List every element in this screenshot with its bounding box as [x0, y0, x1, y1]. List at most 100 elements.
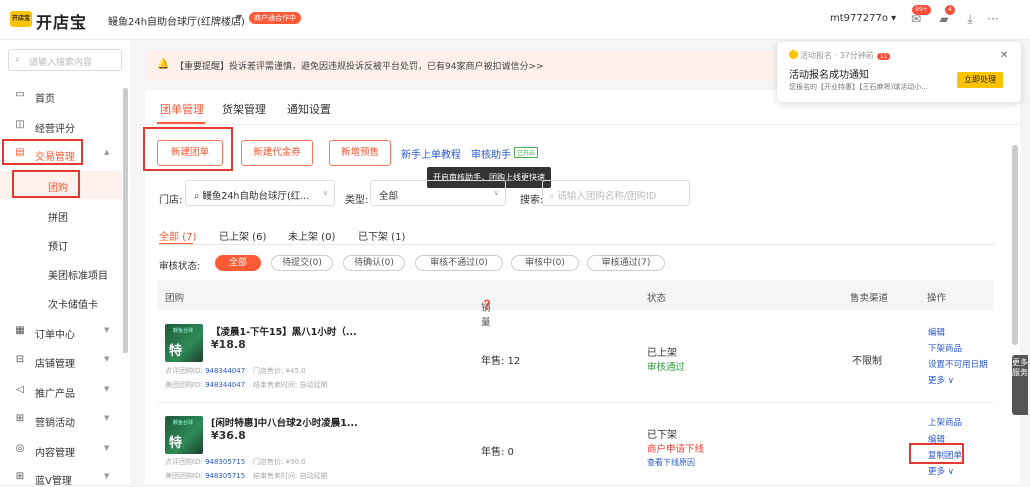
delist-link[interactable]: 下架商品 [928, 342, 962, 354]
sidebar-item-orders[interactable]: ▦ 订单中心 ▼ [0, 318, 122, 346]
store-filter-label: 门店: [159, 195, 183, 206]
product-thumbnail[interactable]: 鳗鱼台球 特惠 [165, 416, 203, 454]
audit-pill-approved[interactable]: 审核通过(7) [587, 255, 665, 271]
dianping-id-value[interactable]: 948344047 [205, 367, 245, 375]
bell-icon: 🔔 [157, 59, 170, 70]
main-panel: 团单管理 货架管理 通知设置 新建团单 新建代金券 新增预售 新手上单教程 审核… [145, 90, 1020, 484]
store-filter-select[interactable]: ⌕ 鳗鱼24h自助台球厅(红... ∨ [185, 180, 335, 206]
more-services-button[interactable]: 更多服务 [1012, 355, 1028, 415]
dianping-id-label: 点评团购ID: [165, 367, 203, 375]
meituan-id-value[interactable]: 948344047 [205, 381, 245, 389]
account-menu[interactable]: mt977277o ▾ [830, 13, 896, 24]
store-status-badge: 商户通合作中 [249, 12, 301, 24]
store-icon: ⊟ [15, 354, 25, 365]
sidebar-item-label: 蓝V管理 [35, 476, 72, 487]
chevron-down-icon: ▼ [104, 414, 110, 422]
more-actions-link[interactable]: 更多 ∨ [928, 374, 954, 386]
search-icon: ⌕ [15, 54, 21, 65]
dianping-id-value[interactable]: 948305715 [205, 458, 245, 466]
download-icon[interactable]: ⤓ [962, 12, 978, 26]
sidebar-item-meituan-standard[interactable]: 美团标准项目 [0, 259, 122, 287]
status-tab-off-shelf[interactable]: 已下架 (1) [358, 228, 405, 243]
type-filter-select[interactable]: 全部 ∨ [370, 180, 506, 206]
sidebar-item-score[interactable]: ◫ 经营评分 [0, 112, 122, 140]
view-delist-reason-link[interactable]: 查看下线原因 [647, 457, 695, 468]
set-unavailable-dates-link[interactable]: 设置不可用日期 [928, 358, 988, 370]
chevron-down-icon: ▼ [104, 326, 110, 334]
main-scrollbar[interactable] [1012, 145, 1018, 345]
chevron-down-icon[interactable]: ▼ [236, 13, 242, 22]
sidebar-item-label: 订单中心 [35, 330, 75, 341]
audit-pill-all[interactable]: 全部 [215, 255, 261, 271]
audit-pill-reviewing[interactable]: 审核中(0) [511, 255, 579, 271]
sidebar-item-store[interactable]: ⊟ 店铺管理 ▼ [0, 347, 122, 375]
help-icon[interactable]: ❓ [481, 300, 493, 311]
new-presale-button[interactable]: 新增预售 [329, 140, 391, 166]
end-time: 结束售卖时间: 自动延期 [253, 472, 328, 480]
sale-channel: 不限制 [852, 356, 882, 367]
store-price: 门店售价: ¥45.0 [253, 367, 306, 375]
sidebar-item-content[interactable]: ◎ 内容管理 ▼ [0, 436, 122, 464]
sidebar-scrollbar[interactable] [123, 88, 128, 353]
sidebar-item-bluev[interactable]: ⊞ 蓝V管理 ▼ [0, 464, 122, 487]
product-name[interactable]: [闲时特惠]中八台球2小时凌晨1... [211, 415, 358, 429]
divider [157, 402, 994, 403]
meituan-id: 美团团购ID: 948305715 [165, 471, 245, 481]
tab-group-management[interactable]: 团单管理 [160, 101, 204, 117]
sidebar-item-booking[interactable]: 预订 [0, 230, 122, 258]
more-actions-link[interactable]: 更多 ∨ [928, 465, 954, 477]
audit-helper-link[interactable]: 审核助手 [471, 146, 511, 161]
sidebar-item-label: 经营评分 [35, 124, 75, 135]
more-icon[interactable]: ··· [985, 12, 1001, 26]
product-price: ¥18.8 [211, 338, 246, 351]
sidebar-item-pintuan[interactable]: 拼团 [0, 201, 122, 229]
status-tab-not-listed[interactable]: 未上架 (0) [288, 228, 335, 243]
sidebar-item-label: 店铺管理 [35, 359, 75, 370]
sidebar-item-marketing[interactable]: ⊞ 营销活动 ▼ [0, 406, 122, 434]
search-input[interactable]: ⌕ 请输入团购名称/团购ID [542, 180, 690, 206]
product-name[interactable]: 【凌晨1-下午15】黑八1小时（... [211, 324, 357, 338]
list-product-link[interactable]: 上架商品 [928, 416, 962, 428]
close-icon[interactable]: ✕ [1000, 50, 1008, 61]
sidebar-item-label: 推广产品 [35, 389, 75, 400]
divider [159, 244, 994, 245]
sidebar-item-home[interactable]: ▭ 首页 [0, 82, 122, 110]
product-thumbnail[interactable]: 鳗鱼台球 特惠 [165, 324, 203, 362]
handle-now-button[interactable]: 立即处理 [957, 72, 1003, 88]
tab-shelf-management[interactable]: 货架管理 [222, 101, 266, 117]
sidebar-item-promotion[interactable]: ◁ 推广产品 ▼ [0, 377, 122, 405]
notice-text: 【重要提醒】投诉差评需谨慎，避免因违规投诉反被平台处罚，已有94家商户被扣诚信分… [175, 62, 544, 72]
search-placeholder: 请输入团购名称/团购ID [557, 191, 657, 202]
sidebar-search-placeholder: 请输入搜索内容 [29, 58, 93, 68]
dianping-id: 点评团购ID: 948344047 [165, 366, 245, 376]
status-tab-on-shelf[interactable]: 已上架 (6) [219, 228, 266, 243]
inbox-count-badge: 99+ [912, 5, 931, 15]
audit-pill-pending-submit[interactable]: 待提交(0) [271, 255, 333, 271]
highlight-box [143, 127, 233, 171]
sidebar-search-input[interactable]: ⌕ 请输入搜索内容 [8, 49, 122, 71]
status-tab-all[interactable]: 全部 (7) [159, 228, 196, 243]
new-voucher-button[interactable]: 新建代金券 [241, 140, 313, 166]
sidebar-item-label: 美团标准项目 [48, 271, 108, 282]
thumbnail-label: 特惠 [169, 344, 189, 359]
column-header-status: 状态 [647, 293, 667, 304]
audit-helper-status-tag: 已开启 [514, 147, 539, 158]
audit-status: 审核通过 [647, 362, 686, 373]
chevron-down-icon: ∨ [322, 189, 328, 197]
tab-notification-settings[interactable]: 通知设置 [287, 101, 331, 117]
chevron-up-icon: ▲ [104, 148, 110, 156]
highlight-box [2, 139, 83, 165]
store-price: 门店售价: ¥90.0 [253, 458, 306, 466]
audit-status-label: 审核状态: [159, 261, 201, 272]
logo-text: 开店宝 [36, 13, 88, 32]
column-header-actions: 操作 [927, 293, 947, 304]
sidebar-item-stored-value-card[interactable]: 次卡储值卡 [0, 288, 122, 316]
meituan-id-value[interactable]: 948305715 [205, 472, 245, 480]
audit-pill-rejected[interactable]: 审核不通过(0) [415, 255, 503, 271]
store-switcher[interactable]: 鳗鱼24h自助台球厅(红牌楼店) [108, 13, 245, 28]
highlight-box [12, 170, 80, 198]
edit-link[interactable]: 编辑 [928, 326, 945, 338]
dianping-id: 点评团购ID: 948305715 [165, 457, 245, 467]
tutorial-link[interactable]: 新手上单教程 [401, 146, 461, 161]
audit-pill-pending-confirm[interactable]: 待确认(0) [343, 255, 405, 271]
